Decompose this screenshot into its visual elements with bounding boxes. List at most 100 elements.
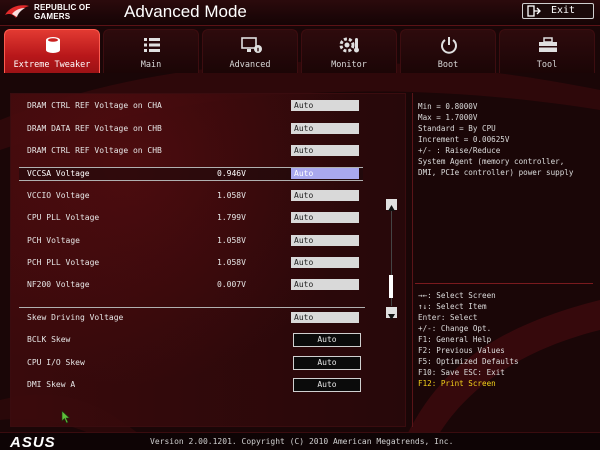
tab-advanced[interactable]: Advanced — [202, 29, 298, 73]
setting-current-value: 0.946V — [217, 169, 246, 178]
scroll-down-button[interactable] — [386, 307, 397, 320]
list-icon — [144, 38, 160, 52]
page-title: Advanced Mode — [124, 2, 247, 21]
arrow-down-icon — [388, 314, 395, 320]
setting-row[interactable]: VCCIO Voltage 1.058V Auto — [27, 189, 377, 203]
setting-value-field[interactable]: Auto — [291, 312, 359, 323]
setting-label: PCH PLL Voltage — [27, 258, 100, 267]
key-hint: F2: Previous Values — [418, 346, 505, 355]
setting-value-field[interactable]: Auto — [291, 279, 359, 290]
setting-value-field[interactable]: Auto — [291, 212, 359, 223]
setting-current-value: 0.007V — [217, 280, 246, 289]
help-text-line: Max = 1.7000V — [418, 113, 478, 122]
setting-label: VCCSA Voltage — [27, 169, 90, 178]
setting-row[interactable]: PCH PLL Voltage 1.058V Auto — [27, 256, 377, 270]
setting-row[interactable]: DRAM DATA REF Voltage on CHB Auto — [27, 122, 377, 136]
brand-name-line2: GAMERS — [34, 12, 71, 21]
key-hint-print-screen: F12: Print Screen — [418, 379, 496, 388]
help-text-line: System Agent (memory controller, — [418, 157, 565, 166]
setting-current-value: 1.058V — [217, 191, 246, 200]
setting-value-button[interactable]: Auto — [293, 333, 361, 347]
rog-eye-icon — [5, 5, 29, 18]
setting-row[interactable]: DMI Skew A Auto — [27, 378, 377, 392]
setting-value-button[interactable]: Auto — [293, 356, 361, 370]
key-hint: Enter: Select — [418, 313, 478, 322]
key-hint: +/-: Change Opt. — [418, 324, 492, 333]
tab-label: Boot — [437, 60, 459, 70]
tab-label: Main — [140, 60, 162, 70]
asus-logo: ASUS — [10, 434, 56, 450]
setting-row[interactable]: CPU I/O Skew Auto — [27, 356, 377, 370]
mouse-pointer-icon — [61, 410, 71, 424]
gear-thermometer-icon — [339, 37, 359, 53]
exit-door-icon — [527, 5, 541, 17]
tab-boot[interactable]: Boot — [400, 29, 496, 73]
setting-value-button[interactable]: Auto — [293, 378, 361, 392]
help-text-line: Standard = By CPU — [418, 124, 496, 133]
version-text: Version 2.00.1201. Copyright (C) 2010 Am… — [150, 437, 454, 446]
help-text-line: DMI, PCIe controller) power supply — [418, 168, 574, 177]
settings-panel: DRAM CTRL REF Voltage on CHA Auto DRAM D… — [10, 93, 406, 427]
tab-label: Tool — [536, 60, 558, 70]
toolbox-icon — [539, 37, 557, 52]
setting-value-field[interactable]: Auto — [291, 257, 359, 268]
setting-label: BCLK Skew — [27, 335, 71, 344]
tab-label: Extreme Tweaker — [13, 60, 91, 70]
help-text-line: +/- : Raise/Reduce — [418, 146, 501, 155]
setting-label: CPU PLL Voltage — [27, 213, 100, 222]
tab-label: Monitor — [331, 60, 367, 70]
setting-value-field[interactable]: Auto — [291, 168, 359, 179]
setting-label: PCH Voltage — [27, 236, 80, 245]
exit-button[interactable]: Exit — [522, 3, 594, 19]
setting-row[interactable]: NF200 Voltage 0.007V Auto — [27, 278, 377, 292]
setting-value-field[interactable]: Auto — [291, 100, 359, 111]
help-text-line: Min = 0.8000V — [418, 102, 478, 111]
exit-label: Exit — [551, 5, 576, 16]
setting-row[interactable]: CPU PLL Voltage 1.799V Auto — [27, 211, 377, 225]
scrollbar-thumb[interactable] — [389, 275, 393, 298]
power-icon — [441, 37, 457, 54]
setting-label: NF200 Voltage — [27, 280, 90, 289]
key-hint: F5: Optimized Defaults — [418, 357, 519, 366]
setting-value-field[interactable]: Auto — [291, 190, 359, 201]
setting-label: DRAM DATA REF Voltage on CHB — [27, 124, 162, 133]
setting-row[interactable]: Skew Driving Voltage Auto — [27, 311, 377, 325]
setting-value-field[interactable]: Auto — [291, 235, 359, 246]
setting-row[interactable]: DRAM CTRL REF Voltage on CHA Auto — [27, 99, 377, 113]
help-text-line: Increment = 0.00625V — [418, 135, 510, 144]
setting-label: Skew Driving Voltage — [27, 313, 124, 322]
setting-label: DRAM CTRL REF Voltage on CHA — [27, 101, 162, 110]
setting-value-field[interactable]: Auto — [291, 123, 359, 134]
section-divider — [19, 307, 365, 308]
tab-monitor[interactable]: Monitor — [301, 29, 397, 73]
setting-label: DRAM CTRL REF Voltage on CHB — [27, 146, 162, 155]
setting-current-value: 1.058V — [217, 258, 246, 267]
setting-row[interactable]: PCH Voltage 1.058V Auto — [27, 234, 377, 248]
top-bar: REPUBLIC OF GAMERS Advanced Mode Exit — [0, 0, 600, 26]
key-hint: F1: General Help — [418, 335, 492, 344]
help-panel: Min = 0.8000V Max = 1.7000V Standard = B… — [412, 93, 594, 427]
setting-row[interactable]: DRAM CTRL REF Voltage on CHB Auto — [27, 144, 377, 158]
setting-value-field[interactable]: Auto — [291, 145, 359, 156]
setting-label: VCCIO Voltage — [27, 191, 90, 200]
setting-current-value: 1.799V — [217, 213, 246, 222]
tab-main[interactable]: Main — [103, 29, 199, 73]
setting-label: DMI Skew A — [27, 380, 76, 389]
setting-row[interactable]: BCLK Skew Auto — [27, 333, 377, 347]
brand-name-line1: REPUBLIC OF — [34, 3, 91, 12]
monitor-info-icon — [241, 37, 262, 53]
help-divider — [415, 283, 593, 284]
tab-tool[interactable]: Tool — [499, 29, 595, 73]
footer-bar: ASUS Version 2.00.1201. Copyright (C) 20… — [0, 432, 600, 450]
setting-label: CPU I/O Skew — [27, 358, 85, 367]
key-hint: ↑↓: Select Item — [418, 302, 487, 311]
cylinder-icon — [46, 37, 60, 53]
tab-extreme-tweaker[interactable]: Extreme Tweaker — [4, 29, 100, 73]
tab-bar: Extreme Tweaker Main Advanced Monitor Bo… — [0, 27, 600, 73]
setting-current-value: 1.058V — [217, 236, 246, 245]
setting-row-selected[interactable]: VCCSA Voltage 0.946V Auto — [27, 167, 377, 181]
scroll-up-button[interactable] — [386, 199, 397, 211]
tab-label: Advanced — [229, 60, 271, 70]
key-hint: →←: Select Screen — [418, 291, 496, 300]
key-hint: F10: Save ESC: Exit — [418, 368, 505, 377]
